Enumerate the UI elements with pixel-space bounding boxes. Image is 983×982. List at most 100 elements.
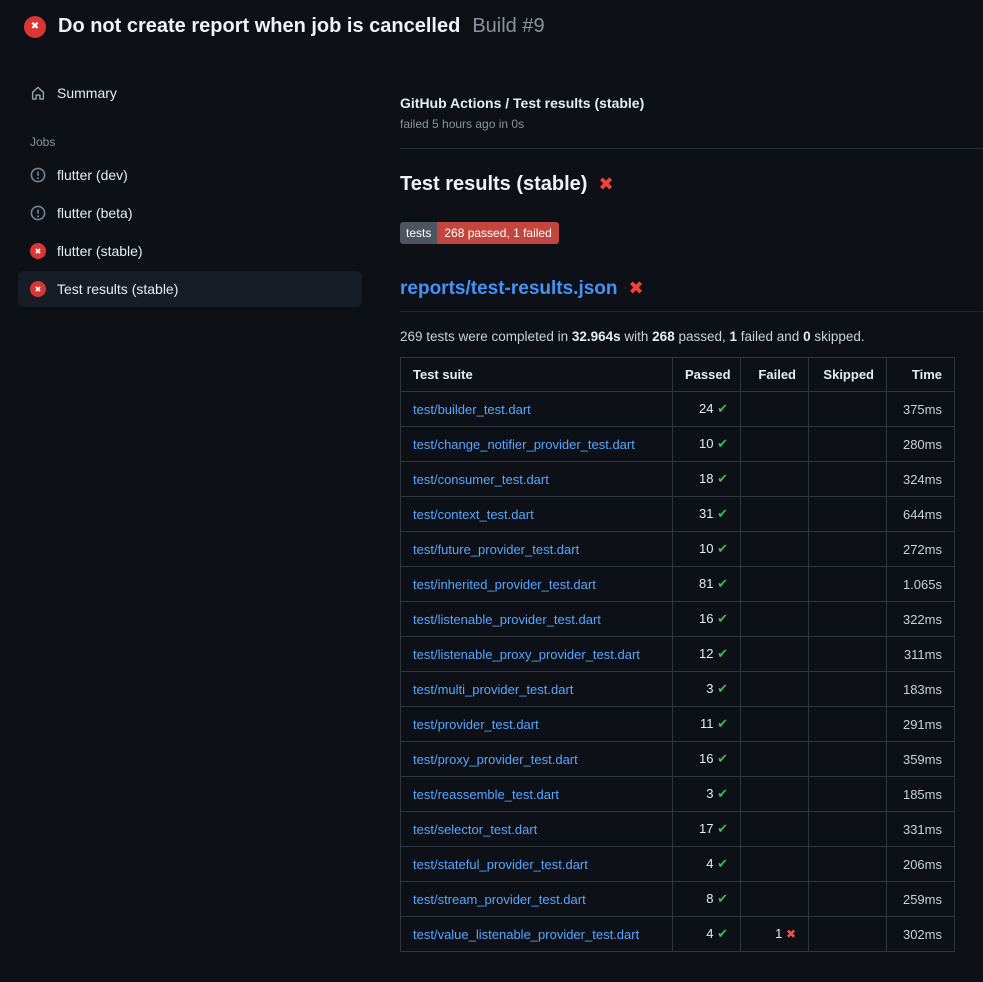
suite-link[interactable]: test/reassemble_test.dart <box>413 787 559 802</box>
time-cell: 311ms <box>887 637 955 672</box>
jobs-heading: Jobs <box>30 135 362 149</box>
report-link[interactable]: reports/test-results.json <box>400 278 618 300</box>
time-cell: 272ms <box>887 532 955 567</box>
passed-cell: 16 ✔ <box>673 742 741 777</box>
suite-cell: test/listenable_proxy_provider_test.dart <box>401 637 673 672</box>
skipped-cell <box>809 707 887 742</box>
sidebar-item-summary[interactable]: Summary <box>18 75 362 111</box>
suite-cell: test/change_notifier_provider_test.dart <box>401 427 673 462</box>
failed-cell <box>741 427 809 462</box>
skipped-cell <box>809 497 887 532</box>
table-row: test/builder_test.dart24 ✔375ms <box>401 392 955 427</box>
table-row: test/consumer_test.dart 18 ✔ 324ms <box>401 462 955 497</box>
main-content: GitHub Actions / Test results (stable) f… <box>380 51 983 982</box>
time-cell: 185ms <box>887 777 955 812</box>
suite-cell: test/stream_provider_test.dart <box>401 882 673 917</box>
suite-cell: test/selector_test.dart <box>401 812 673 847</box>
passed-cell: 11 ✔ <box>673 707 741 742</box>
time-cell: 302ms <box>887 917 955 952</box>
skipped-cell <box>809 917 887 952</box>
skipped-cell <box>809 637 887 672</box>
skipped-cell <box>809 672 887 707</box>
suite-link[interactable]: test/future_provider_test.dart <box>413 542 579 557</box>
skipped-cell <box>809 812 887 847</box>
check-icon: ✔ <box>717 472 728 487</box>
table-row: test/selector_test.dart17 ✔331ms <box>401 812 955 847</box>
failed-cell <box>741 812 809 847</box>
passed-cell: 3 ✔ <box>673 672 741 707</box>
suite-link[interactable]: test/proxy_provider_test.dart <box>413 752 578 767</box>
check-icon: ✔ <box>717 857 728 872</box>
skipped-cell <box>809 777 887 812</box>
suite-link[interactable]: test/context_test.dart <box>413 507 534 522</box>
sidebar-item-flutter-dev[interactable]: flutter (dev) <box>18 157 362 193</box>
suite-link[interactable]: test/provider_test.dart <box>413 717 539 732</box>
suite-cell: test/consumer_test.dart <box>401 462 673 497</box>
passed-cell: 10 ✔ <box>673 427 741 462</box>
table-row: test/context_test.dart31 ✔644ms <box>401 497 955 532</box>
suite-link[interactable]: test/value_listenable_provider_test.dart <box>413 927 639 942</box>
suite-link[interactable]: test/consumer_test.dart <box>413 472 549 487</box>
check-icon: ✔ <box>717 787 728 802</box>
suite-link[interactable]: test/builder_test.dart <box>413 402 531 417</box>
skipped-cell <box>809 847 887 882</box>
build-number: Build #9 <box>472 15 544 38</box>
results-table: Test suitePassedFailedSkippedTime test/b… <box>400 357 955 952</box>
suite-cell: test/builder_test.dart <box>401 392 673 427</box>
suite-cell: test/context_test.dart <box>401 497 673 532</box>
column-header: Failed <box>741 358 809 392</box>
suite-cell: test/provider_test.dart <box>401 707 673 742</box>
passed-cell: 31 ✔ <box>673 497 741 532</box>
sidebar-item-flutter-beta[interactable]: flutter (beta) <box>18 195 362 231</box>
summary-line: 269 tests were completed in 32.964s with… <box>400 329 983 344</box>
suite-link[interactable]: test/listenable_proxy_provider_test.dart <box>413 647 640 662</box>
check-icon: ✔ <box>717 892 728 907</box>
section-title-text: Test results (stable) <box>400 173 587 196</box>
suite-link[interactable]: test/listenable_provider_test.dart <box>413 612 601 627</box>
failed-cell <box>741 672 809 707</box>
table-row: test/stateful_provider_test.dart4 ✔206ms <box>401 847 955 882</box>
table-row: test/listenable_provider_test.dart 16 ✔ 32… <box>401 602 955 637</box>
job-label: flutter (dev) <box>57 167 128 183</box>
skipped-cell <box>809 392 887 427</box>
breadcrumb: GitHub Actions / Test results (stable) <box>400 95 983 111</box>
skipped-cell <box>809 427 887 462</box>
passed-cell: 16 ✔ <box>673 602 741 637</box>
suite-link[interactable]: test/selector_test.dart <box>413 822 537 837</box>
failed-cell <box>741 637 809 672</box>
failed-cell <box>741 742 809 777</box>
passed-cell: 10 ✔ <box>673 532 741 567</box>
suite-link[interactable]: test/stream_provider_test.dart <box>413 892 586 907</box>
failed-cell <box>741 777 809 812</box>
time-cell: 324ms <box>887 462 955 497</box>
check-icon: ✔ <box>717 647 728 662</box>
failed-cell <box>741 497 809 532</box>
suite-link[interactable]: test/stateful_provider_test.dart <box>413 857 588 872</box>
suite-link[interactable]: test/multi_provider_test.dart <box>413 682 573 697</box>
job-label: flutter (stable) <box>57 243 143 259</box>
suite-link[interactable]: test/inherited_provider_test.dart <box>413 577 596 592</box>
check-icon: ✔ <box>717 507 728 522</box>
suite-cell: test/listenable_provider_test.dart <box>401 602 673 637</box>
skipped-cell <box>809 882 887 917</box>
sidebar: Summary Jobs flutter (dev) flutter (beta)… <box>0 51 380 309</box>
exclamation-circle-icon <box>30 167 46 183</box>
sidebar-item-test-results-stable[interactable]: ✖Test results (stable) <box>18 271 362 307</box>
exclamation-circle-icon <box>30 205 46 221</box>
passed-cell: 18 ✔ <box>673 462 741 497</box>
report-heading: reports/test-results.json ✖ <box>400 278 983 312</box>
badge-value: 268 passed, 1 failed <box>437 222 558 244</box>
summary-label: Summary <box>57 85 117 101</box>
sidebar-item-flutter-stable[interactable]: ✖flutter (stable) <box>18 233 362 269</box>
content-divider <box>400 148 983 149</box>
check-icon: ✔ <box>717 437 728 452</box>
suite-link[interactable]: test/change_notifier_provider_test.dart <box>413 437 635 452</box>
skipped-cell <box>809 602 887 637</box>
cross-icon: ✖ <box>786 927 796 941</box>
passed-cell: 3 ✔ <box>673 777 741 812</box>
time-cell: 322ms <box>887 602 955 637</box>
table-row: test/future_provider_test.dart 10 ✔ 272ms <box>401 532 955 567</box>
time-cell: 375ms <box>887 392 955 427</box>
suite-cell: test/inherited_provider_test.dart <box>401 567 673 602</box>
job-label: Test results (stable) <box>57 281 178 297</box>
